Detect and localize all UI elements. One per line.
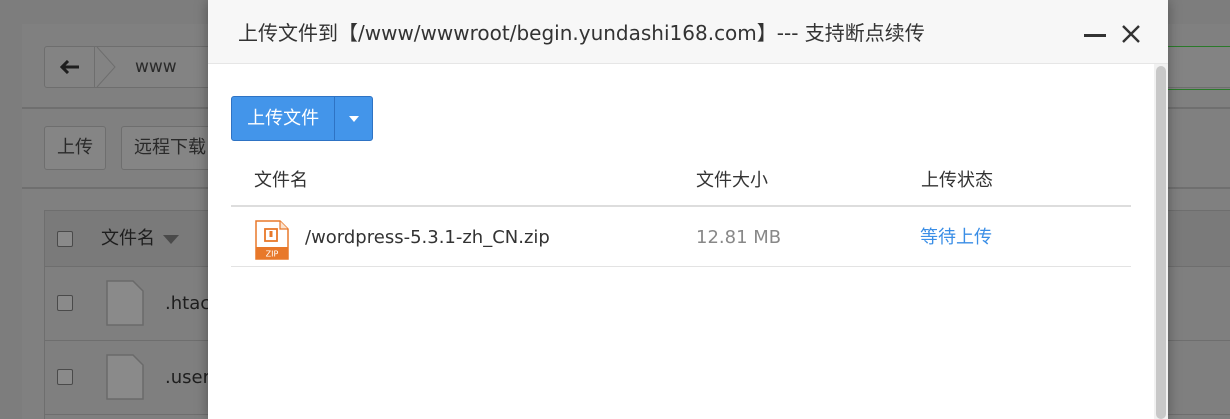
close-button[interactable] (1116, 18, 1146, 50)
sort-caret-icon[interactable] (163, 235, 179, 244)
caret-down-icon (348, 115, 359, 122)
close-icon (1122, 25, 1140, 43)
upload-options-dropdown[interactable] (335, 97, 372, 140)
minimize-button[interactable] (1080, 20, 1110, 50)
upload-table-header: 文件名 文件大小 上传状态 (231, 154, 1131, 207)
select-all-checkbox[interactable] (57, 231, 73, 247)
file-name[interactable]: .user. (165, 341, 214, 415)
scrollbar-thumb[interactable] (1156, 66, 1166, 419)
column-header-name: 文件名 (254, 170, 308, 191)
dialog-title: 上传文件到【/www/wwwroot/begin.yundashi168.com… (238, 21, 925, 45)
upload-file-table: 文件名 文件大小 上传状态 ZIP /wordpress-5.3.1-zh_CN… (231, 154, 1131, 267)
upload-dialog: 上传文件到【/www/wwwroot/begin.yundashi168.com… (208, 0, 1168, 419)
dialog-header: 上传文件到【/www/wwwroot/begin.yundashi168.com… (208, 0, 1168, 64)
row-checkbox[interactable] (57, 369, 73, 385)
file-icon (106, 280, 144, 326)
chevron-separator-icon (96, 47, 116, 87)
upload-file-size: 12.81 MB (696, 227, 782, 248)
file-icon (106, 354, 144, 400)
breadcrumb-item-www[interactable]: www (135, 47, 177, 87)
column-header-name[interactable]: 文件名 (101, 211, 155, 267)
upload-button[interactable]: 上传 (44, 126, 106, 170)
column-header-size: 文件大小 (696, 170, 768, 191)
svg-text:ZIP: ZIP (266, 250, 279, 259)
upload-file-split-button: 上传文件 (231, 96, 373, 141)
back-button[interactable] (45, 47, 95, 87)
upload-status: 等待上传 (920, 227, 992, 248)
minimize-icon (1084, 33, 1106, 37)
path-bar-accent (1168, 46, 1230, 90)
upload-file-row[interactable]: ZIP /wordpress-5.3.1-zh_CN.zip 12.81 MB … (231, 207, 1131, 267)
column-header-status: 上传状态 (921, 170, 993, 191)
arrow-left-icon (59, 60, 79, 74)
row-checkbox[interactable] (57, 295, 73, 311)
upload-file-name: /wordpress-5.3.1-zh_CN.zip (305, 227, 550, 248)
dialog-scrollbar[interactable] (1154, 64, 1168, 419)
zip-file-icon: ZIP (255, 220, 289, 260)
upload-file-button[interactable]: 上传文件 (232, 97, 336, 140)
